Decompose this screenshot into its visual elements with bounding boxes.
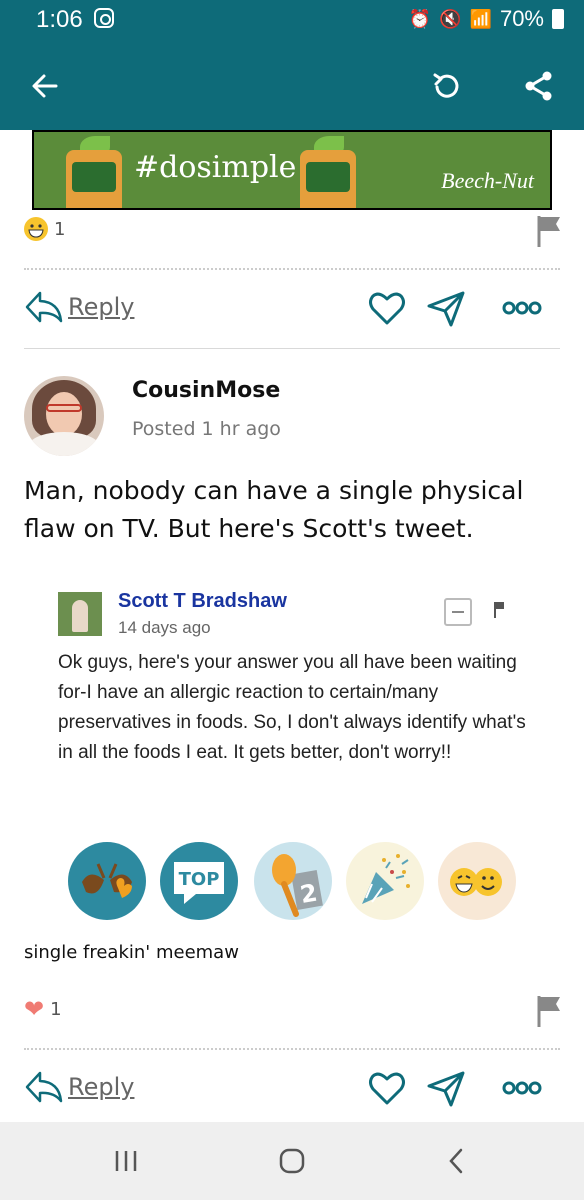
more-options-icon[interactable] [502,300,542,316]
baby-food-jar-image [66,150,122,208]
home-icon [279,1148,305,1174]
laughing-emoji-icon[interactable] [24,217,48,241]
refresh-button[interactable] [426,65,468,107]
refresh-icon [433,73,459,98]
status-time: 1:06 [36,6,83,33]
reply-label: Reply [68,293,135,321]
divider [24,1048,560,1050]
post-timestamp: Posted 1 hr ago [132,418,281,440]
reaction-count: 1 [54,218,66,240]
divider [24,268,560,270]
badge-row: TOP 2 [68,842,528,922]
post-actions: Reply [24,1068,560,1108]
tweet-flag-icon[interactable] [494,602,504,618]
ad-tagline: #dosimple [134,150,297,185]
mute-icon: 🔇 [439,8,462,29]
app-bar [0,40,584,130]
battery-percent: 70% [499,6,544,31]
status-icons: ⏰ 🔇 📶 70% [409,6,564,32]
laughing-faces-badge[interactable] [438,842,516,920]
prev-reaction-row: 1 [24,214,65,244]
back-nav-button[interactable] [436,1144,476,1178]
party-popper-badge[interactable] [346,842,424,920]
post-caption: single freakin' meemaw [24,942,239,963]
badge-label: TOP [179,869,220,890]
avatar[interactable] [24,376,104,456]
reply-arrow-icon [25,291,63,323]
like-heart-icon[interactable] [368,290,406,326]
send-icon[interactable] [426,1070,466,1108]
tweet-date: 14 days ago [118,618,211,637]
alarm-icon: ⏰ [408,8,432,29]
reply-label: Reply [68,1073,135,1101]
more-options-icon[interactable] [502,1080,542,1096]
reply-arrow-icon [25,1071,63,1103]
recent-apps-button[interactable] [106,1144,146,1178]
post-body: Man, nobody can have a single physical f… [24,476,524,543]
tweet-body: Ok guys, here's your answer you all have… [58,652,526,763]
back-button[interactable] [24,65,66,107]
ad-banner[interactable]: #dosimple Beech-Nut [32,130,552,210]
reply-button[interactable]: Reply [24,1070,134,1104]
instagram-icon [94,8,114,28]
send-icon[interactable] [426,290,466,328]
post-username[interactable]: CousinMose [132,378,280,403]
like-heart-icon[interactable] [368,1070,406,1106]
report-flag-icon[interactable] [536,214,562,248]
battery-icon [552,9,564,29]
collapse-icon[interactable] [444,598,472,626]
second-place-badge[interactable]: 2 [254,842,332,920]
share-icon [525,71,552,101]
top-badge[interactable]: TOP [160,842,238,920]
wifi-icon: 📶 [469,8,492,29]
home-button[interactable] [272,1144,312,1178]
baby-food-jar-image [300,150,356,208]
system-nav-bar [0,1122,584,1200]
heart-reaction-icon[interactable]: ❤ [24,997,44,1021]
divider [24,348,560,349]
post-reaction-row: ❤ 1 [24,994,62,1024]
tweet-author[interactable]: Scott T Bradshaw [118,590,287,613]
post-actions: Reply [24,288,560,328]
ad-brand-logo: Beech-Nut [441,168,534,193]
reply-button[interactable]: Reply [24,290,134,324]
share-button[interactable] [518,65,560,107]
recent-apps-icon [115,1151,137,1171]
bra-heart-badge[interactable] [68,842,146,920]
tweet-avatar [58,592,102,636]
report-flag-icon[interactable] [536,994,562,1028]
reaction-count: 1 [50,998,62,1020]
back-arrow-icon [32,74,58,98]
status-bar: 1:06 ⏰ 🔇 📶 70% [0,0,584,40]
chevron-left-icon [449,1148,463,1174]
